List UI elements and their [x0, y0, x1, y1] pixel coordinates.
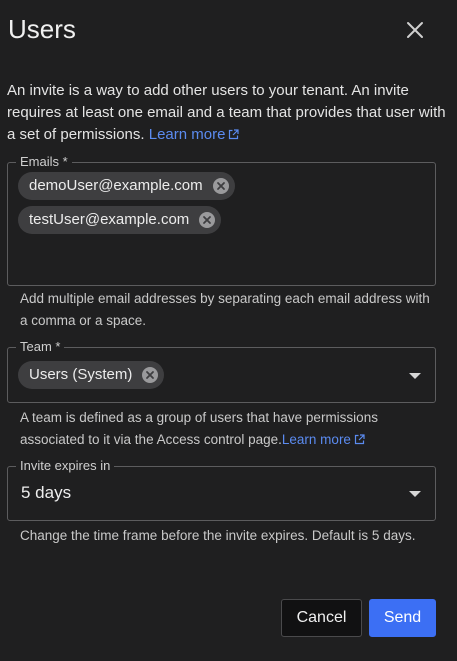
chevron-down-icon[interactable] — [409, 491, 421, 497]
invite-expires-select[interactable]: Invite expires in 5 days — [7, 458, 436, 521]
chip-remove-icon[interactable] — [199, 212, 216, 228]
chip-remove-icon[interactable] — [212, 178, 229, 194]
email-chip-label: testUser@example.com — [29, 211, 190, 228]
close-icon[interactable] — [404, 19, 426, 41]
chip-remove-icon[interactable] — [142, 367, 159, 383]
team-chip-label: Users (System) — [29, 366, 133, 383]
invite-expires-label: Invite expires in — [16, 458, 115, 474]
chevron-down-icon[interactable] — [409, 373, 421, 379]
cancel-button[interactable]: Cancel — [281, 599, 362, 637]
team-select[interactable]: Team * Users (System) — [7, 339, 436, 403]
emails-helper-text: Add multiple email addresses by separati… — [20, 291, 430, 328]
email-chip: demoUser@example.com — [18, 172, 235, 200]
team-learn-more-link[interactable]: Learn more — [282, 432, 365, 447]
send-button[interactable]: Send — [369, 599, 436, 637]
external-link-icon — [354, 434, 365, 445]
email-chip: testUser@example.com — [18, 206, 222, 234]
emails-label: Emails * — [16, 154, 72, 170]
dialog-title: Users — [8, 14, 76, 44]
emails-field[interactable]: Emails * demoUser@example.com testUser@e… — [7, 154, 436, 286]
team-label: Team * — [16, 339, 65, 355]
learn-more-link[interactable]: Learn more — [149, 126, 240, 143]
invite-expires-value: 5 days — [21, 483, 72, 502]
email-chip-label: demoUser@example.com — [29, 177, 203, 194]
invite-users-dialog: Users An invite is a way to add other us… — [0, 0, 457, 661]
external-link-icon — [229, 129, 240, 140]
expires-helper-text: Change the time frame before the invite … — [20, 528, 416, 543]
intro-text: An invite is a way to add other users to… — [7, 80, 452, 146]
team-helper-text: A team is defined as a group of users th… — [20, 407, 430, 451]
team-chip: Users (System) — [18, 361, 165, 389]
